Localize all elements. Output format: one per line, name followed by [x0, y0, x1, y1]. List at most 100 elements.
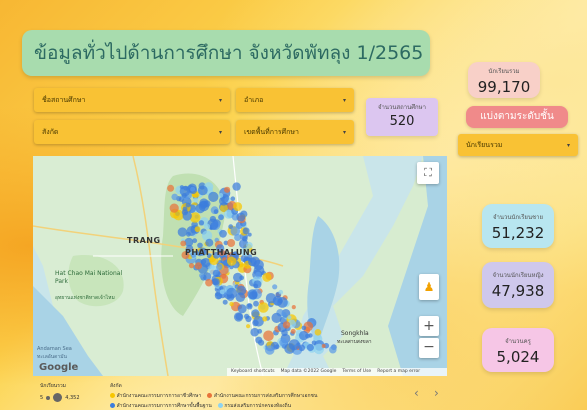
school-marker[interactable]	[181, 209, 188, 216]
level-select[interactable]: นักเรียนรวม ▾	[458, 134, 578, 156]
school-marker[interactable]	[224, 186, 231, 193]
school-marker[interactable]	[192, 238, 198, 244]
zoom-in-button[interactable]: +	[419, 316, 439, 336]
fullscreen-icon[interactable]: ⛶	[417, 162, 439, 184]
next-page-button[interactable]: ›	[434, 386, 439, 400]
school-marker[interactable]	[237, 304, 247, 314]
school-marker[interactable]	[306, 343, 314, 352]
terms-link[interactable]: Terms of Use	[342, 368, 371, 376]
pegman-icon[interactable]: ♟	[419, 274, 439, 300]
school-marker[interactable]	[291, 305, 296, 310]
school-marker[interactable]	[171, 193, 178, 201]
school-marker[interactable]	[194, 262, 202, 270]
affiliation-dropdown[interactable]: สังกัด ▾	[34, 120, 230, 144]
zoom-out-button[interactable]: −	[419, 338, 439, 358]
service-area-dropdown[interactable]: เขตพื้นที่การศึกษา ▾	[236, 120, 354, 144]
school-marker[interactable]	[272, 284, 278, 290]
school-marker[interactable]	[205, 278, 213, 287]
school-marker[interactable]	[180, 240, 187, 247]
school-marker[interactable]	[216, 263, 223, 271]
school-marker[interactable]	[169, 203, 179, 213]
school-marker[interactable]	[213, 209, 219, 214]
school-marker[interactable]	[230, 196, 236, 201]
map-canvas[interactable]	[33, 156, 447, 376]
school-marker[interactable]	[198, 220, 205, 226]
school-marker[interactable]	[185, 202, 191, 208]
school-marker[interactable]	[251, 309, 260, 318]
school-marker[interactable]	[257, 328, 263, 334]
school-marker[interactable]	[249, 291, 258, 300]
school-marker[interactable]	[255, 271, 261, 278]
school-marker[interactable]	[199, 201, 208, 209]
school-marker[interactable]	[314, 329, 322, 336]
school-marker[interactable]	[177, 227, 188, 237]
school-marker[interactable]	[245, 315, 252, 323]
school-marker[interactable]	[179, 186, 191, 197]
school-marker[interactable]	[321, 344, 326, 348]
school-marker[interactable]	[282, 321, 291, 329]
school-marker[interactable]	[299, 330, 309, 341]
school-marker[interactable]	[253, 316, 264, 327]
school-marker[interactable]	[219, 289, 225, 295]
school-marker[interactable]	[248, 257, 257, 267]
school-marker[interactable]	[236, 212, 246, 222]
total-students-value: 99,170	[477, 78, 531, 96]
school-marker[interactable]	[290, 328, 296, 334]
school-marker[interactable]	[167, 184, 175, 192]
school-marker[interactable]	[193, 197, 199, 203]
school-marker[interactable]	[233, 312, 244, 322]
school-marker[interactable]	[271, 312, 282, 323]
google-logo[interactable]: Google	[39, 362, 78, 373]
school-marker[interactable]	[242, 236, 248, 242]
school-marker[interactable]	[194, 226, 201, 233]
school-marker[interactable]	[199, 273, 205, 278]
school-marker[interactable]	[222, 299, 228, 305]
school-marker[interactable]	[205, 238, 214, 247]
school-marker[interactable]	[208, 191, 219, 202]
school-marker[interactable]	[258, 302, 269, 313]
school-marker[interactable]	[272, 295, 283, 306]
school-marker[interactable]	[264, 345, 275, 355]
school-marker[interactable]	[329, 345, 337, 354]
school-marker[interactable]	[262, 272, 272, 282]
map-view[interactable]: TRANG PHATTHALUNG Hat Chao Mai National …	[33, 156, 447, 376]
district-dropdown[interactable]: อำเภอ ▾	[236, 88, 354, 112]
school-marker[interactable]	[226, 287, 238, 299]
school-marker[interactable]	[287, 315, 292, 320]
school-marker[interactable]	[218, 193, 224, 198]
school-marker[interactable]	[255, 336, 263, 344]
school-marker[interactable]	[184, 237, 194, 247]
school-marker[interactable]	[204, 223, 211, 230]
school-marker[interactable]	[232, 182, 241, 191]
school-marker[interactable]	[262, 316, 268, 322]
school-marker[interactable]	[253, 300, 259, 307]
school-marker[interactable]	[230, 226, 241, 236]
school-marker[interactable]	[278, 289, 284, 295]
school-marker[interactable]	[229, 301, 234, 307]
school-marker[interactable]	[227, 239, 236, 247]
school-marker[interactable]	[253, 283, 259, 289]
school-marker[interactable]	[301, 325, 307, 331]
report-error-link[interactable]: Report a map error	[377, 368, 420, 376]
school-name-dropdown[interactable]: ชื่อสถานศึกษา ▾	[34, 88, 230, 112]
school-marker[interactable]	[246, 324, 251, 329]
keyboard-shortcuts-link[interactable]: Keyboard shortcuts	[231, 368, 275, 376]
school-marker[interactable]	[288, 339, 300, 351]
school-marker[interactable]	[246, 303, 253, 310]
school-marker[interactable]	[281, 329, 288, 337]
split-by-level-button[interactable]: แบ่งตามระดับชั้น	[466, 106, 568, 128]
prev-page-button[interactable]: ‹	[414, 386, 419, 400]
school-marker[interactable]	[188, 263, 195, 269]
school-marker[interactable]	[233, 202, 243, 212]
school-marker[interactable]	[311, 340, 317, 346]
school-marker[interactable]	[263, 330, 274, 342]
school-marker[interactable]	[190, 186, 196, 192]
school-marker[interactable]	[233, 272, 243, 283]
school-marker[interactable]	[186, 226, 197, 236]
school-marker[interactable]	[197, 185, 208, 196]
school-marker[interactable]	[212, 269, 221, 277]
school-marker[interactable]	[242, 227, 250, 235]
male-students-label: จำนวนนักเรียนชาย	[492, 214, 544, 221]
school-marker[interactable]	[219, 229, 227, 238]
school-marker[interactable]	[218, 214, 224, 221]
